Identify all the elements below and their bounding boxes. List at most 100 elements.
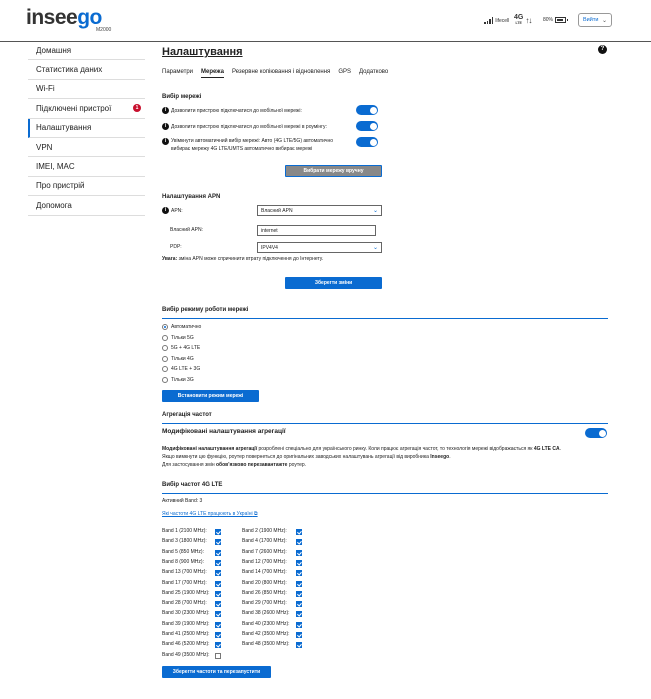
radio-unselected xyxy=(162,366,168,372)
band-checkbox[interactable] xyxy=(215,570,221,577)
band-label: Band 2 (1900 MHz): xyxy=(242,528,287,534)
band-label: Band 8 (900 MHz): xyxy=(162,558,204,565)
band-label: Band 4 (1700 MHz): xyxy=(242,538,287,545)
tab-gps[interactable]: GPS xyxy=(338,69,351,78)
sidebar: Домашня Статистика даних Wi-Fi Підключен… xyxy=(28,41,145,216)
sidebar-item-data-usage[interactable]: Статистика даних xyxy=(28,60,145,80)
band-checkbox[interactable] xyxy=(296,621,302,628)
allow-mobile-toggle[interactable] xyxy=(356,105,378,115)
info-icon[interactable]: i xyxy=(162,207,169,214)
band-label: Band 29 (700 MHz): xyxy=(242,600,287,607)
sidebar-item-connected-devices[interactable]: Підключені пристрої 1 xyxy=(28,99,145,119)
band-checkbox[interactable] xyxy=(215,611,221,618)
band-checkbox[interactable] xyxy=(215,549,221,556)
save-changes-button[interactable]: Зберегти зміни xyxy=(285,277,382,289)
tab-parameters[interactable]: Параметри xyxy=(162,69,193,78)
ca-note-line2: Якщо вимкнути цю функцію, роутер поверне… xyxy=(162,453,451,460)
band-checkbox[interactable] xyxy=(215,559,221,566)
sidebar-item-label: VPN xyxy=(36,142,53,152)
band-checkbox[interactable] xyxy=(296,529,302,535)
tab-network[interactable]: Мережа xyxy=(201,69,224,78)
modified-ca-toggle[interactable] xyxy=(585,428,607,438)
sidebar-item-settings[interactable]: Налаштування xyxy=(28,118,145,138)
info-icon[interactable]: i xyxy=(162,123,169,130)
mode-option-3g-only[interactable]: Тільки 3G xyxy=(162,376,194,383)
manual-network-button[interactable]: Вибрати мережу вручну xyxy=(285,165,382,177)
band-checkbox[interactable] xyxy=(215,642,221,649)
band-checkbox[interactable] xyxy=(215,601,221,608)
mode-option-5g-only[interactable]: Тільки 5G xyxy=(162,334,194,341)
band-checkbox[interactable] xyxy=(296,601,302,608)
band-checkbox[interactable] xyxy=(215,590,221,597)
sidebar-item-vpn[interactable]: VPN xyxy=(28,138,145,158)
mode-option-4g-3g[interactable]: 4G LTE + 3G xyxy=(162,366,200,372)
auto-network-toggle[interactable] xyxy=(356,137,378,147)
mode-option-5g-4g[interactable]: 5G + 4G LTE xyxy=(162,345,200,351)
ca-note-line3: Для застосування змін обов'язково переза… xyxy=(162,461,307,468)
band-checkbox[interactable] xyxy=(296,559,302,566)
band-label: Band 12 (700 MHz): xyxy=(242,558,287,565)
pdp-select-value: IPV4V4 xyxy=(261,244,278,251)
modified-ca-label: Модифіковані налаштування агрегації xyxy=(162,428,286,435)
save-bands-restart-button[interactable]: Зберегти частоти та перезапустити xyxy=(162,666,271,678)
settings-tabs: Параметри Мережа Резервне копіювання і в… xyxy=(162,69,388,78)
band-checkbox[interactable] xyxy=(296,539,302,546)
band-checkbox[interactable] xyxy=(215,529,221,535)
info-icon[interactable]: i xyxy=(162,138,169,145)
inseego-logo[interactable]: inseego xyxy=(26,6,102,30)
band-label: Band 30 (2300 MHz): xyxy=(162,610,210,617)
active-band: Активний Band: 3 xyxy=(162,498,203,504)
band-label: Band 41 (2500 MHz): xyxy=(162,631,210,637)
band-checkbox[interactable] xyxy=(296,549,302,556)
band-checkbox[interactable] xyxy=(215,539,221,546)
header: inseego M2000 lifecell 4G LTE ↑↓ 80% Вийт… xyxy=(0,0,651,42)
apn-select[interactable]: Власний APN ⌄ xyxy=(257,205,382,216)
band-checkbox[interactable] xyxy=(215,652,221,659)
model-name: M2000 xyxy=(96,27,112,33)
sidebar-item-wifi[interactable]: Wi-Fi xyxy=(28,80,145,100)
allow-roaming-toggle[interactable] xyxy=(356,121,378,131)
own-apn-input[interactable]: internet xyxy=(257,225,376,236)
pdp-select[interactable]: IPV4V4 ⌄ xyxy=(257,242,382,253)
band-checkbox[interactable] xyxy=(296,611,302,618)
band-checkbox[interactable] xyxy=(296,570,302,577)
band-checkbox[interactable] xyxy=(215,580,221,587)
radio-unselected xyxy=(162,345,168,351)
tab-advanced[interactable]: Додатково xyxy=(359,69,388,78)
tab-backup-restore[interactable]: Резервне копіювання і відновлення xyxy=(232,69,330,78)
band-checkbox[interactable] xyxy=(296,580,302,587)
band-label: Band 7 (2600 MHz): xyxy=(242,548,287,555)
help-icon[interactable]: ? xyxy=(598,45,607,54)
band-label: Band 49 (3500 MHz): xyxy=(162,651,210,658)
band-checkbox[interactable] xyxy=(296,590,302,597)
band-label: Band 3 (1800 MHz): xyxy=(162,538,207,545)
band-checkbox[interactable] xyxy=(215,632,221,638)
own-apn-value: internet xyxy=(261,227,278,234)
battery-icon xyxy=(555,17,569,23)
allow-roaming-label: Дозволити пристрою підключатися до мобіл… xyxy=(171,124,327,130)
page-title: Налаштування xyxy=(162,46,243,58)
band-checkbox[interactable] xyxy=(296,642,302,649)
sidebar-item-help[interactable]: Допомога xyxy=(28,196,145,216)
sidebar-item-home[interactable]: Домашня xyxy=(28,41,145,61)
allow-mobile-label: Дозволити пристрою підключатися до мобіл… xyxy=(171,108,302,114)
auto-network-row: i Увімкнути автоматичний вибір мережі: А… xyxy=(162,138,333,153)
band-label: Band 28 (700 MHz): xyxy=(162,600,207,607)
sidebar-item-imei-mac[interactable]: IMEI, MAC xyxy=(28,157,145,177)
band-checkbox[interactable] xyxy=(215,621,221,628)
sidebar-item-label: Статистика даних xyxy=(36,65,103,75)
set-network-mode-button[interactable]: Встановити режим мережі xyxy=(162,390,259,402)
ukraine-bands-link[interactable]: Які частоти 4G LTE працюють в Україні ⧉ xyxy=(162,511,258,517)
sidebar-item-label: Підключені пристрої xyxy=(36,103,112,113)
info-icon[interactable]: i xyxy=(162,107,169,114)
apn-label: APN: xyxy=(171,208,183,214)
band-checkbox[interactable] xyxy=(296,632,302,638)
ca-description: Модифіковані налаштування агрегації розр… xyxy=(162,446,608,469)
mode-option-4g-only[interactable]: Тільки 4G xyxy=(162,355,194,362)
sidebar-item-about[interactable]: Про пристрій xyxy=(28,177,145,197)
mode-option-auto[interactable]: Автоматично xyxy=(162,324,201,330)
signal-icon xyxy=(484,17,494,24)
signal-status: lifecell xyxy=(484,17,509,24)
logout-button[interactable]: Вийти ⌄ xyxy=(578,13,612,27)
carrier-aggregation-heading: Агрегація частот xyxy=(162,412,212,418)
